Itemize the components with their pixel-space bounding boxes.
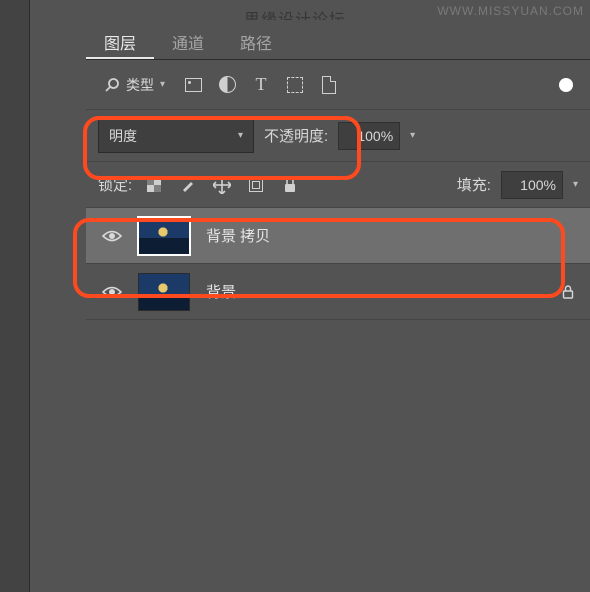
layer-row[interactable]: 背景 拷贝	[86, 208, 590, 264]
tab-paths[interactable]: 路径	[222, 20, 290, 59]
fill-value: 100%	[520, 177, 556, 193]
filter-pixel-icon[interactable]	[181, 73, 205, 97]
lock-label: 锁定:	[98, 174, 132, 195]
panel-tabs: 图层 通道 路径	[86, 20, 590, 60]
lock-artboard-icon[interactable]	[244, 173, 268, 197]
filter-type-label: 类型	[126, 75, 154, 95]
opacity-value: 100%	[357, 128, 393, 144]
tab-layers[interactable]: 图层	[86, 20, 154, 59]
left-sidebar-strip	[0, 0, 30, 592]
lock-icon	[562, 285, 574, 299]
filter-smart-icon[interactable]	[317, 73, 341, 97]
filter-row: 类型 ▾ T	[86, 60, 590, 110]
chevron-down-icon: ▾	[238, 130, 243, 141]
layer-name[interactable]: 背景 拷贝	[206, 225, 270, 246]
watermark-right: WWW.MISSYUAN.COM	[437, 4, 584, 18]
layer-name[interactable]: 背景	[206, 281, 236, 302]
lock-all-icon[interactable]	[278, 173, 302, 197]
blend-mode-select[interactable]: 明度 ▾	[98, 119, 254, 153]
filter-shape-icon[interactable]	[283, 73, 307, 97]
opacity-label: 不透明度:	[264, 125, 328, 146]
layers-panel: 图层 通道 路径 类型 ▾ T 明度 ▾ 不透明度: 100% ▾ 锁定:	[86, 20, 590, 592]
blend-row: 明度 ▾ 不透明度: 100% ▾	[86, 110, 590, 162]
lock-position-icon[interactable]	[210, 173, 234, 197]
filter-type-dropdown[interactable]: 类型 ▾	[98, 73, 171, 97]
filter-toggle-icon[interactable]	[554, 73, 578, 97]
opacity-input[interactable]: 100%	[338, 122, 400, 150]
fill-input[interactable]: 100%	[501, 171, 563, 199]
search-icon	[104, 77, 120, 93]
filter-adjustment-icon[interactable]	[215, 73, 239, 97]
visibility-toggle-icon[interactable]	[102, 285, 122, 299]
fill-label: 填充:	[457, 174, 491, 195]
lock-row: 锁定: 填充: 100% ▾	[86, 162, 590, 208]
lock-transparency-icon[interactable]	[142, 173, 166, 197]
chevron-down-icon[interactable]: ▾	[573, 179, 578, 190]
visibility-toggle-icon[interactable]	[102, 229, 122, 243]
chevron-down-icon: ▾	[160, 79, 165, 90]
lock-pixels-icon[interactable]	[176, 173, 200, 197]
chevron-down-icon[interactable]: ▾	[410, 130, 415, 141]
layers-list: 背景 拷贝 背景	[86, 208, 590, 320]
filter-type-text-icon[interactable]: T	[249, 73, 273, 97]
layer-thumbnail[interactable]	[138, 217, 190, 255]
tab-channels[interactable]: 通道	[154, 20, 222, 59]
blend-mode-value: 明度	[109, 126, 137, 146]
layer-row[interactable]: 背景	[86, 264, 590, 320]
layer-thumbnail[interactable]	[138, 273, 190, 311]
